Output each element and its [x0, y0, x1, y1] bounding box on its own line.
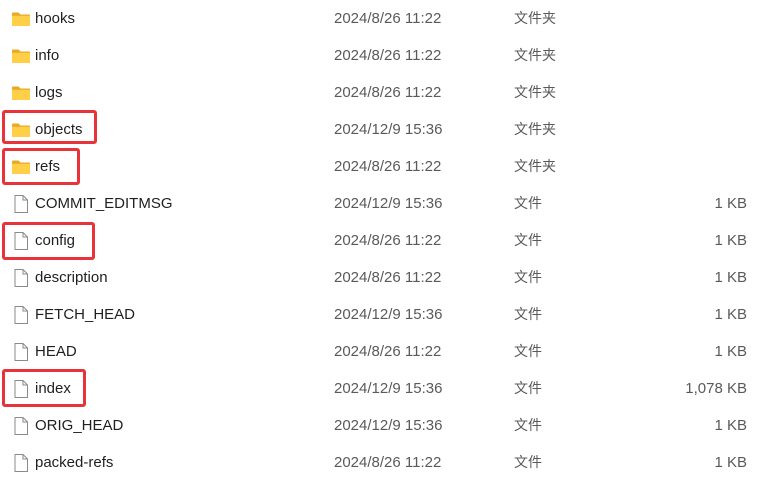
file-type: 文件: [514, 455, 542, 471]
file-row-commit-editmsg[interactable]: COMMIT_EDITMSG 2024/12/9 15:36 文件 1 KB: [0, 185, 758, 222]
file-icon: [11, 305, 31, 325]
file-size: 1 KB: [714, 417, 747, 434]
file-row-objects[interactable]: objects 2024/12/9 15:36 文件夹: [0, 111, 758, 148]
file-date: 2024/12/9 15:36: [334, 121, 443, 138]
file-icon: [11, 231, 31, 251]
file-list: hooks 2024/8/26 11:22 文件夹 info 2024/8/26…: [0, 0, 758, 477]
file-row-info[interactable]: info 2024/8/26 11:22 文件夹: [0, 37, 758, 74]
file-date: 2024/12/9 15:36: [334, 195, 443, 212]
file-type: 文件夹: [514, 159, 556, 175]
file-name: HEAD: [35, 343, 77, 360]
file-size: 1 KB: [714, 306, 747, 323]
file-icon: [11, 453, 31, 473]
file-date: 2024/12/9 15:36: [334, 417, 443, 434]
file-name: hooks: [35, 10, 76, 27]
file-date: 2024/8/26 11:22: [334, 269, 442, 286]
file-row-logs[interactable]: logs 2024/8/26 11:22 文件夹: [0, 74, 758, 111]
folder-icon: [11, 120, 31, 140]
file-name: config: [35, 232, 76, 249]
file-type: 文件: [514, 381, 542, 397]
file-type: 文件: [514, 307, 542, 323]
file-size: 1 KB: [714, 232, 747, 249]
file-type: 文件夹: [514, 122, 556, 138]
file-size: 1,078 KB: [685, 380, 747, 397]
file-icon: [11, 416, 31, 436]
file-type: 文件: [514, 344, 542, 360]
file-name: packed-refs: [35, 454, 114, 471]
file-row-fetch-head[interactable]: FETCH_HEAD 2024/12/9 15:36 文件 1 KB: [0, 296, 758, 333]
file-row-description[interactable]: description 2024/8/26 11:22 文件 1 KB: [0, 259, 758, 296]
file-type: 文件: [514, 233, 542, 249]
file-size: 1 KB: [714, 195, 747, 212]
file-name: info: [35, 47, 60, 64]
file-row-packed-refs[interactable]: packed-refs 2024/8/26 11:22 文件 1 KB: [0, 444, 758, 481]
file-date: 2024/8/26 11:22: [334, 47, 442, 64]
file-size: 1 KB: [714, 269, 747, 286]
file-type: 文件: [514, 196, 542, 212]
file-row-head[interactable]: HEAD 2024/8/26 11:22 文件 1 KB: [0, 333, 758, 370]
folder-icon: [11, 9, 31, 29]
folder-icon: [11, 157, 31, 177]
file-icon: [11, 194, 31, 214]
file-date: 2024/8/26 11:22: [334, 158, 442, 175]
file-type: 文件: [514, 270, 542, 286]
file-name: objects: [35, 121, 83, 138]
file-date: 2024/8/26 11:22: [334, 454, 442, 471]
file-row-refs[interactable]: refs 2024/8/26 11:22 文件夹: [0, 148, 758, 185]
file-date: 2024/12/9 15:36: [334, 380, 443, 397]
folder-icon: [11, 46, 31, 66]
folder-icon: [11, 83, 31, 103]
file-type: 文件夹: [514, 85, 556, 101]
file-row-config[interactable]: config 2024/8/26 11:22 文件 1 KB: [0, 222, 758, 259]
file-icon: [11, 268, 31, 288]
file-size: 1 KB: [714, 454, 747, 471]
file-row-index[interactable]: index 2024/12/9 15:36 文件 1,078 KB: [0, 370, 758, 407]
file-row-orig-head[interactable]: ORIG_HEAD 2024/12/9 15:36 文件 1 KB: [0, 407, 758, 444]
file-icon: [11, 342, 31, 362]
file-name: refs: [35, 158, 61, 175]
file-date: 2024/8/26 11:22: [334, 343, 442, 360]
file-name: logs: [35, 84, 63, 101]
file-name: COMMIT_EDITMSG: [35, 195, 173, 212]
file-name: description: [35, 269, 108, 286]
file-name: FETCH_HEAD: [35, 306, 136, 323]
file-date: 2024/8/26 11:22: [334, 232, 442, 249]
file-type: 文件: [514, 418, 542, 434]
file-type: 文件夹: [514, 11, 556, 27]
file-type: 文件夹: [514, 48, 556, 64]
file-size: 1 KB: [714, 343, 747, 360]
file-row-hooks[interactable]: hooks 2024/8/26 11:22 文件夹: [0, 0, 758, 37]
file-date: 2024/12/9 15:36: [334, 306, 443, 323]
file-icon: [11, 379, 31, 399]
file-date: 2024/8/26 11:22: [334, 10, 442, 27]
file-name: index: [35, 380, 71, 397]
file-name: ORIG_HEAD: [35, 417, 124, 434]
file-date: 2024/8/26 11:22: [334, 84, 442, 101]
